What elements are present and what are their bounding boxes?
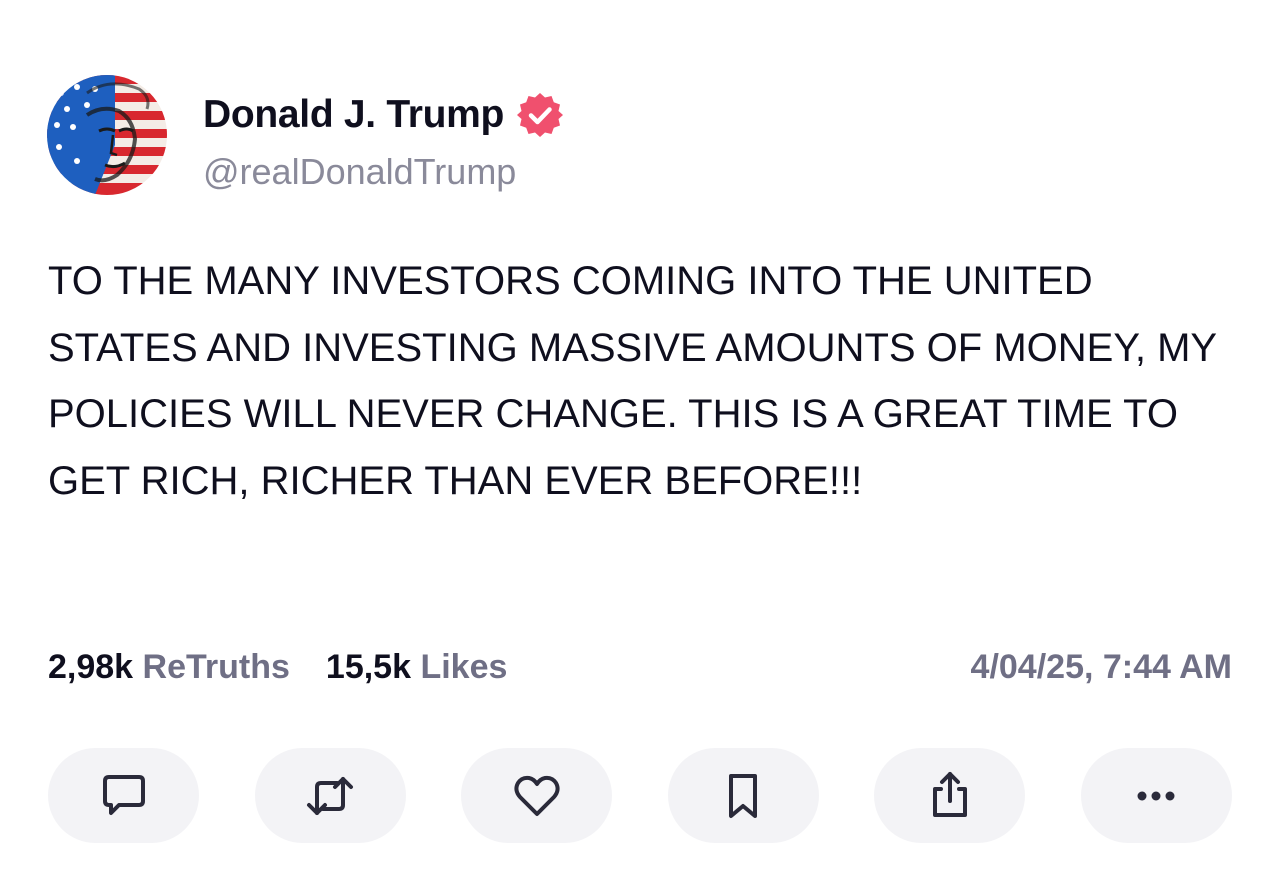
share-button[interactable]	[874, 748, 1026, 843]
likes-stat[interactable]: 15,5k Likes	[326, 648, 508, 687]
author-name-row: Donald J. Trump	[203, 90, 564, 140]
verified-badge-icon	[517, 93, 564, 137]
speech-bubble-icon	[102, 774, 145, 815]
display-name[interactable]: Donald J. Trump	[203, 93, 504, 137]
post-stats: 2,98k ReTruths 15,5k Likes 4/04/25, 7:44…	[48, 644, 1232, 690]
more-dots-icon	[1137, 791, 1175, 800]
post-text: TO THE MANY INVESTORS COMING INTO THE UN…	[48, 259, 1217, 503]
retruths-stat[interactable]: 2,98k ReTruths	[48, 648, 290, 687]
retruths-label: ReTruths	[142, 647, 290, 686]
bookmark-button[interactable]	[667, 748, 819, 843]
retruth-button[interactable]	[254, 748, 406, 843]
avatar[interactable]	[47, 75, 167, 195]
flag-face-avatar-icon	[47, 75, 167, 195]
repost-arrows-icon	[307, 776, 354, 815]
post-actions	[48, 748, 1232, 843]
likes-count: 15,5k	[325, 647, 411, 686]
like-button[interactable]	[461, 748, 613, 843]
share-icon	[932, 771, 967, 817]
heart-icon	[514, 775, 560, 816]
likes-label: Likes	[420, 647, 508, 686]
reply-button[interactable]	[48, 748, 199, 843]
more-button[interactable]	[1080, 748, 1232, 843]
retruths-count: 2,98k	[48, 647, 134, 686]
bookmark-icon	[729, 773, 758, 818]
post-timestamp: 4/04/25, 7:44 AM	[970, 647, 1232, 686]
author-handle[interactable]: @realDonaldTrump	[203, 151, 516, 193]
